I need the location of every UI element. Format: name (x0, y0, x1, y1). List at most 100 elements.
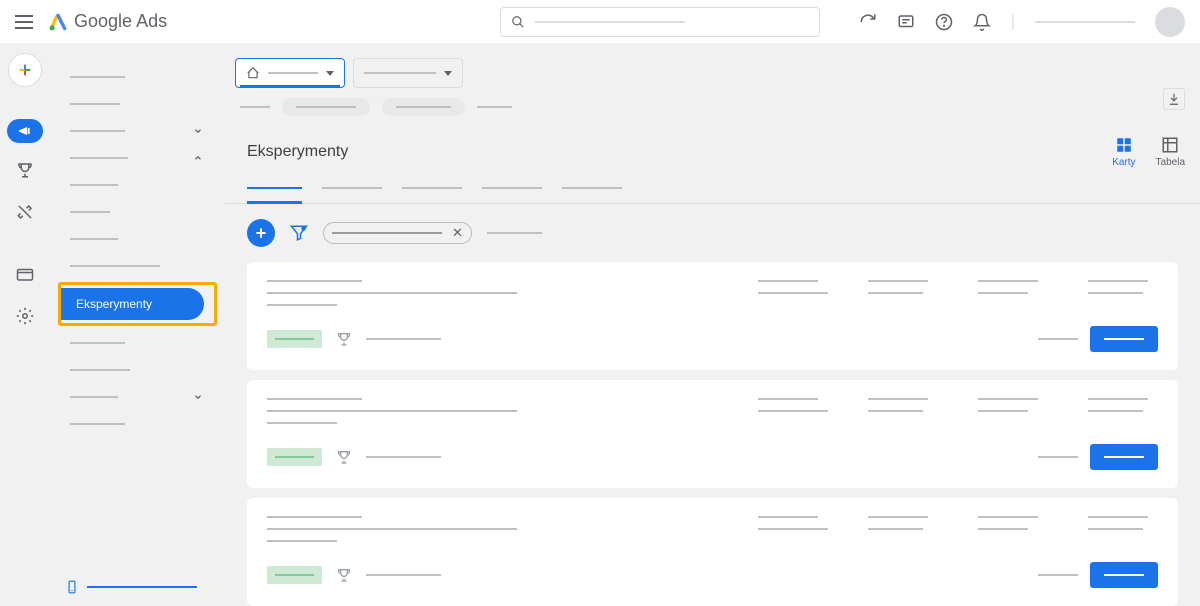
product-logo[interactable]: Google Ads (48, 11, 167, 32)
plus-icon (17, 62, 33, 78)
main-content: Eksperymenty Karty Tabela ✕ (225, 43, 1200, 600)
search-icon (511, 15, 525, 29)
sidebar-footer-label (87, 586, 197, 588)
primary-button[interactable] (1090, 326, 1158, 352)
left-rail (0, 43, 50, 600)
page-title: Eksperymenty (247, 143, 348, 161)
account-name (1035, 21, 1135, 23)
trophy-icon (336, 567, 352, 583)
cards-icon (1115, 136, 1133, 154)
menu-icon[interactable] (15, 15, 33, 29)
sidebar-subitem[interactable] (50, 198, 225, 225)
breadcrumb-item[interactable] (240, 106, 270, 108)
card-meta (366, 338, 441, 340)
tab[interactable] (562, 173, 622, 203)
secondary-action[interactable] (1038, 574, 1078, 576)
search-input[interactable] (500, 7, 820, 37)
chevron-down-icon (326, 71, 334, 76)
experiment-card[interactable] (247, 498, 1178, 606)
close-icon[interactable]: ✕ (452, 225, 463, 241)
rail-admin[interactable] (10, 301, 40, 331)
chat-icon[interactable] (897, 13, 915, 31)
secondary-action[interactable] (1038, 456, 1078, 458)
sidebar-highlight: Eksperymenty (58, 282, 217, 326)
header-actions: | (859, 7, 1185, 37)
scope-bar (225, 43, 1200, 98)
help-icon[interactable] (935, 13, 953, 31)
notifications-icon[interactable] (973, 13, 991, 31)
tab[interactable] (322, 173, 382, 203)
view-switch: Karty Tabela (1112, 136, 1185, 168)
view-table[interactable]: Tabela (1156, 136, 1185, 168)
breadcrumb (225, 98, 1200, 126)
sidebar-item-label: Eksperymenty (76, 297, 152, 311)
sidebar-subitem[interactable] (50, 171, 225, 198)
tab[interactable] (402, 173, 462, 203)
primary-button[interactable] (1090, 562, 1158, 588)
page-title-row: Eksperymenty Karty Tabela (225, 126, 1200, 173)
breadcrumb-chip[interactable] (382, 98, 465, 116)
trophy-icon (336, 331, 352, 347)
filter-text (487, 232, 542, 234)
sidebar-item[interactable] (50, 252, 225, 279)
primary-button[interactable] (1090, 444, 1158, 470)
plus-icon (253, 225, 269, 241)
refresh-icon[interactable] (859, 13, 877, 31)
card-meta (366, 574, 441, 576)
sidebar-subitem[interactable] (50, 356, 225, 383)
scope-campaign[interactable] (353, 58, 463, 88)
rail-billing[interactable] (10, 259, 40, 289)
megaphone-icon (17, 123, 33, 139)
google-ads-icon (48, 12, 68, 32)
card-meta (366, 456, 441, 458)
tab[interactable] (482, 173, 542, 203)
sidebar-item[interactable] (50, 117, 225, 144)
sidebar-subitem[interactable] (50, 410, 225, 437)
cards-list (225, 262, 1200, 606)
sidebar: Eksperymenty (50, 43, 225, 600)
table-icon (1161, 136, 1179, 154)
status-badge (267, 448, 322, 466)
trophy-icon (336, 449, 352, 465)
tabs (225, 173, 1200, 204)
add-button[interactable] (247, 219, 275, 247)
secondary-action[interactable] (1038, 338, 1078, 340)
filter-icon[interactable] (290, 224, 308, 242)
search-placeholder (535, 21, 685, 23)
rail-tools[interactable] (10, 197, 40, 227)
chevron-up-icon (193, 153, 203, 163)
home-icon (246, 66, 260, 80)
sidebar-footer[interactable] (65, 579, 197, 595)
filter-chip[interactable]: ✕ (323, 222, 472, 244)
gear-icon (16, 307, 34, 325)
experiment-card[interactable] (247, 380, 1178, 488)
card-icon (16, 265, 34, 283)
tab[interactable] (247, 173, 302, 203)
app-header: Google Ads | (0, 0, 1200, 43)
experiment-card[interactable] (247, 262, 1178, 370)
sidebar-item-experiments[interactable]: Eksperymenty (61, 288, 204, 320)
breadcrumb-item[interactable] (477, 106, 512, 108)
sidebar-subitem[interactable] (50, 329, 225, 356)
download-button[interactable] (1163, 88, 1185, 110)
sidebar-item[interactable] (50, 90, 225, 117)
download-icon (1167, 92, 1181, 106)
create-button[interactable] (8, 53, 42, 87)
device-icon (65, 579, 79, 595)
separator: | (1011, 13, 1015, 31)
scope-account[interactable] (235, 58, 345, 88)
view-cards[interactable]: Karty (1112, 136, 1135, 168)
status-badge (267, 330, 322, 348)
status-badge (267, 566, 322, 584)
product-name: Google Ads (74, 11, 167, 32)
breadcrumb-chip[interactable] (282, 98, 370, 116)
rail-campaigns[interactable] (7, 119, 43, 143)
sidebar-item[interactable] (50, 383, 225, 410)
sidebar-item[interactable] (50, 63, 225, 90)
chevron-down-icon (193, 392, 203, 402)
avatar[interactable] (1155, 7, 1185, 37)
sidebar-item[interactable] (50, 144, 225, 171)
rail-goals[interactable] (10, 155, 40, 185)
sidebar-subitem[interactable] (50, 225, 225, 252)
filter-label (332, 232, 442, 234)
